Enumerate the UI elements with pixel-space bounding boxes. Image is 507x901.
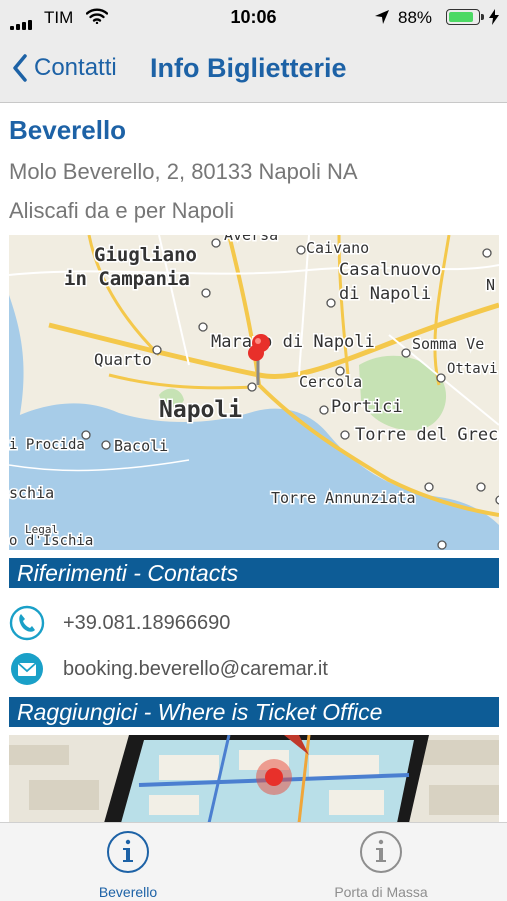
map-label-casalnuovo-2: di Napoli — [339, 284, 431, 304]
map-label-bacoli: Bacoli — [114, 437, 168, 455]
email-row[interactable]: booking.beverello@caremar.it — [9, 651, 328, 687]
email-icon — [11, 653, 43, 685]
map-label-torre-annunziata: Torre Annunziata — [271, 489, 416, 507]
map-label-quarto: Quarto — [94, 350, 152, 369]
tab-porta-di-massa-label: Porta di Massa — [334, 884, 428, 900]
battery-icon — [446, 9, 480, 25]
map-label-marano: Marano di Napoli — [211, 332, 375, 352]
map-legal-link[interactable]: Legal — [24, 522, 60, 538]
location-arrow-icon — [375, 10, 389, 24]
chevron-left-icon — [13, 54, 27, 82]
map-label-ottavi: Ottavi — [447, 361, 498, 377]
map-label-giugliano-2: in Campania — [64, 268, 190, 290]
contacts-section-header: Riferimenti - Contacts — [9, 558, 499, 588]
tab-bar: Beverello Porta di Massa — [0, 822, 507, 901]
status-bar: TIM 10:06 88% — [0, 0, 507, 36]
phone-number[interactable]: +39.081.18966690 — [63, 612, 230, 635]
battery-percent: 88% — [398, 8, 433, 27]
map-label-aversa: Aversa — [224, 235, 278, 244]
map-label-torre-greco: Torre del Greco — [355, 425, 499, 445]
back-label: Contatti — [34, 54, 117, 81]
phone-row[interactable]: +39.081.18966690 — [9, 605, 230, 641]
back-button[interactable]: Contatti — [12, 50, 117, 86]
map-label-portici: Portici — [331, 397, 403, 417]
tab-porta-di-massa[interactable]: Porta di Massa — [301, 829, 461, 900]
office-name: Beverello — [9, 115, 127, 145]
map-label-casalnuovo-1: Casalnuovo — [339, 260, 441, 280]
office-address: Molo Beverello, 2, 80133 Napoli NA — [9, 159, 358, 184]
map-label-giugliano-1: Giugliano — [94, 244, 197, 266]
navigation-bar: Contatti Info Biglietterie — [0, 36, 507, 103]
info-circle-icon — [107, 831, 149, 873]
map-label-n: N — [486, 276, 495, 294]
page-title: Info Biglietterie — [150, 53, 347, 83]
map-label-cercola: Cercola — [299, 373, 362, 391]
tab-beverello[interactable]: Beverello — [48, 829, 208, 900]
map-label-napoli: Napoli — [159, 397, 242, 423]
map-label-ischia: schia — [9, 484, 54, 502]
email-address[interactable]: booking.beverello@caremar.it — [63, 658, 328, 681]
info-circle-icon — [360, 831, 402, 873]
phone-icon — [9, 605, 45, 641]
directions-section-header: Raggiungici - Where is Ticket Office — [9, 697, 499, 727]
map-label-somma: Somma Ve — [412, 335, 484, 353]
directions-image[interactable] — [9, 735, 499, 823]
map-label-caivano: Caivano — [306, 239, 369, 257]
charging-bolt-icon — [489, 9, 499, 25]
battery-tip — [481, 14, 484, 20]
tab-beverello-label: Beverello — [98, 884, 158, 900]
location-map[interactable]: Aversa Caivano Giugliano in Campania Cas… — [9, 235, 499, 550]
office-description: Aliscafi da e per Napoli — [9, 198, 235, 223]
map-label-procida: i Procida — [9, 437, 85, 453]
